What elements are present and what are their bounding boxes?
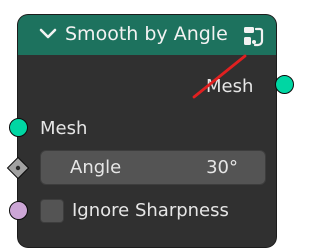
ignore-sharpness-checkbox[interactable] <box>40 199 64 223</box>
output-socket-mesh[interactable] <box>275 75 294 94</box>
ignore-sharpness-label: Ignore Sharpness <box>72 200 229 221</box>
input-socket-mesh[interactable] <box>9 118 28 137</box>
input-label-mesh: Mesh <box>40 118 88 139</box>
node-header[interactable]: Smooth by Angle <box>18 15 276 55</box>
angle-slider-label: Angle <box>70 157 122 178</box>
angle-slider[interactable]: Angle 30° <box>40 150 266 185</box>
input-socket-angle[interactable] <box>6 156 30 180</box>
input-socket-ignore-sharpness[interactable] <box>9 201 28 220</box>
output-label-mesh: Mesh <box>206 76 254 97</box>
angle-slider-value: 30° <box>206 157 238 178</box>
geometry-node-smooth-by-angle[interactable]: Smooth by Angle Mesh Mesh Angle 30° Igno… <box>18 15 276 247</box>
modifier-icon[interactable] <box>240 23 266 49</box>
node-title: Smooth by Angle <box>65 23 228 45</box>
chevron-down-icon[interactable] <box>37 22 59 44</box>
